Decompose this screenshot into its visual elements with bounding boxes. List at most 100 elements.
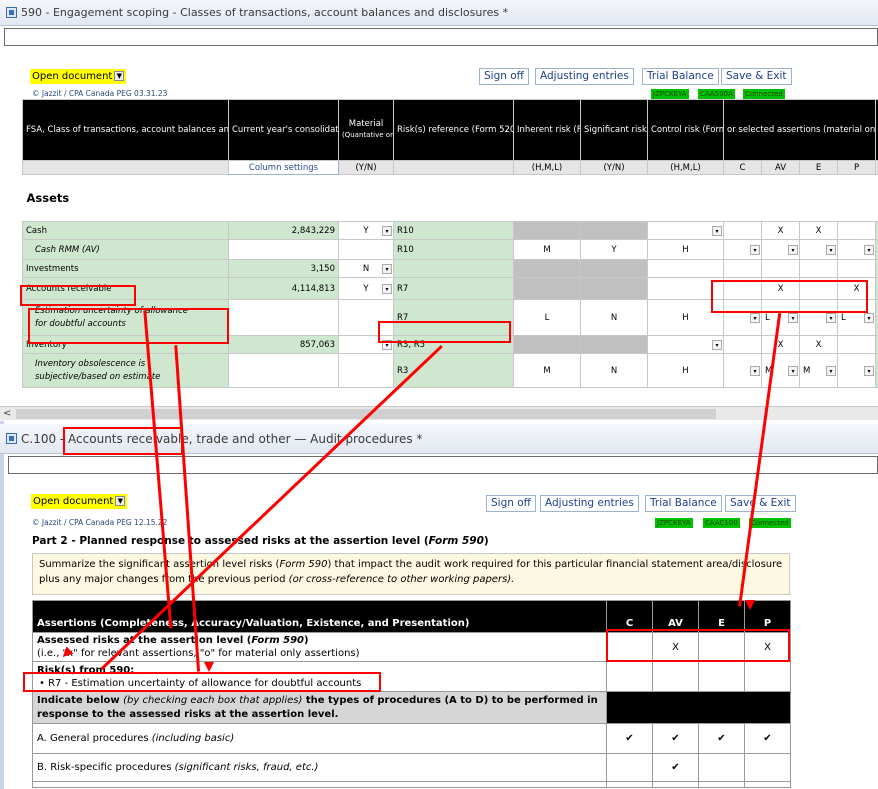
material-cell: [338, 353, 394, 388]
procedure-c-p: [744, 781, 791, 788]
column-settings-button[interactable]: Column settings: [228, 160, 339, 175]
rmm-p-select[interactable]: ▾: [836, 353, 877, 388]
inherent-cell: [513, 277, 581, 300]
procedure-b-e-checkbox[interactable]: [698, 753, 745, 782]
table-row: Cash RMM (AV) R10 M Y H ▾ ▾ ▾ ▾: [22, 239, 878, 260]
horizontal-scrollbar[interactable]: <: [0, 406, 878, 420]
chevron-down-icon: ▾: [788, 365, 798, 376]
rmm-c-select[interactable]: ▾: [723, 353, 762, 388]
risk-ref-cell[interactable]: R10: [393, 239, 514, 260]
rmm-e-select[interactable]: ▾: [799, 239, 838, 260]
procedure-b-p-checkbox[interactable]: [744, 753, 791, 782]
subheader-risk: [393, 160, 514, 175]
chevron-down-icon: ▾: [788, 244, 798, 255]
material-select[interactable]: N ▾: [338, 259, 394, 278]
summary-text-c: (or cross-reference to other working pap…: [288, 574, 515, 585]
assessed-line1-close: ): [304, 635, 309, 646]
chevron-down-icon: ▾: [864, 365, 875, 376]
control-cell: H: [647, 239, 724, 260]
assert-av: X: [761, 335, 800, 354]
control-select[interactable]: ▾: [647, 221, 724, 240]
adjusting-entries-button-590[interactable]: Adjusting entries: [535, 68, 634, 85]
table-row: Cash 2,843,229 Y ▾ R10 ▾ X X: [22, 221, 878, 240]
chevron-down-icon: ▾: [826, 312, 836, 323]
control-select[interactable]: ▾: [647, 335, 724, 354]
risk-ref-cell[interactable]: [393, 259, 514, 278]
part2-heading: Part 2 - Planned response to assessed ri…: [32, 535, 489, 547]
assessed-line1: Assessed risks at the assertion level (F…: [37, 635, 309, 646]
scroll-left-icon[interactable]: <: [3, 408, 11, 419]
procedure-a-label: A. General procedures (including basic): [32, 723, 607, 754]
annotation-box-assessed-marks: [606, 629, 790, 662]
sign-off-button-590[interactable]: Sign off: [479, 68, 529, 85]
col-header-risks: Risk(s) reference (Form 520): [393, 99, 514, 161]
balance-cell: [228, 239, 339, 260]
risks-c: [606, 661, 653, 692]
control-cell: H: [647, 353, 724, 388]
procedure-b-av-checkbox[interactable]: ✔: [652, 753, 699, 782]
trial-balance-button-c100[interactable]: Trial Balance: [645, 495, 722, 512]
col-header-significant: Significant risk (Form 520): [580, 99, 648, 161]
significant-cell: [580, 259, 648, 278]
row-name: Investments: [22, 259, 229, 278]
assert-c: [723, 335, 762, 354]
open-document-menu-590[interactable]: Open document ▼: [30, 69, 127, 84]
open-document-label: Open document: [33, 496, 114, 507]
procedure-a-p-checkbox[interactable]: ✔: [744, 723, 791, 754]
assert-av: [761, 259, 800, 278]
significant-cell: N: [580, 299, 648, 336]
material-select[interactable]: Y ▾: [338, 277, 394, 300]
inherent-cell: [513, 221, 581, 240]
address-field-590[interactable]: [4, 28, 878, 46]
assert-e: X: [799, 335, 838, 354]
rmm-e-select[interactable]: M ▾: [799, 353, 838, 388]
procedure-c-label: [32, 781, 607, 788]
procedure-a-av-checkbox[interactable]: ✔: [652, 723, 699, 754]
summary-box[interactable]: Summarize the significant assertion leve…: [32, 553, 790, 595]
material-value: Y: [363, 283, 369, 294]
inherent-cell: M: [513, 353, 581, 388]
procedure-a-c-checkbox[interactable]: ✔: [606, 723, 653, 754]
indicate-text-a: Indicate below: [37, 694, 124, 706]
subheader-p: P: [836, 160, 877, 175]
rmm-c-select[interactable]: ▾: [723, 239, 762, 260]
window-590-title: 590 - Engagement scoping - Classes of tr…: [21, 6, 509, 19]
sign-off-button-c100[interactable]: Sign off: [486, 495, 536, 512]
significant-cell: Y: [580, 239, 648, 260]
rmm-av-select[interactable]: ▾: [761, 239, 800, 260]
chevron-down-icon: ▾: [382, 225, 392, 236]
annotation-box-assertions-590: [711, 280, 868, 313]
material-select[interactable]: Y ▾: [338, 221, 394, 240]
rmm-p-select[interactable]: ▾: [836, 239, 877, 260]
risk-ref-cell[interactable]: R3: [393, 353, 514, 388]
material-label: Material: [348, 119, 384, 129]
section-row-assets: Assets: [22, 174, 878, 222]
assert-e: X: [799, 221, 838, 240]
open-document-menu-c100[interactable]: Open document ▼: [31, 494, 128, 509]
engagement-scoping-table: FSA, Class of transactions, account bala…: [22, 99, 878, 388]
assert-av: X: [761, 221, 800, 240]
row-name: Cash: [22, 221, 229, 240]
assert-p: [836, 221, 877, 240]
col-av: AV: [652, 600, 699, 633]
annotation-box-estimation-uncertainty: [28, 308, 229, 344]
save-exit-button-c100[interactable]: Save & Exit: [725, 495, 796, 512]
trial-balance-button-590[interactable]: Trial Balance: [642, 68, 719, 85]
indicate-row: Indicate below (by checking each box tha…: [32, 691, 791, 724]
rmm-av-select[interactable]: M ▾: [761, 353, 800, 388]
risk-ref-cell[interactable]: R10: [393, 221, 514, 240]
procedure-b-c-checkbox[interactable]: [606, 753, 653, 782]
chevron-down-icon: ▾: [382, 263, 392, 274]
risk-ref-cell[interactable]: R7: [393, 277, 514, 300]
col-header-current: Current year's consolidated balance: [228, 99, 339, 161]
address-field-c100[interactable]: [8, 456, 878, 474]
procedure-a-e-checkbox[interactable]: ✔: [698, 723, 745, 754]
procedure-c-e: [698, 781, 745, 788]
annotation-arrowhead-4: [745, 600, 755, 610]
adjusting-entries-button-c100[interactable]: Adjusting entries: [540, 495, 639, 512]
save-exit-button-590[interactable]: Save & Exit: [721, 68, 792, 85]
annotation-box-risk-item: [23, 672, 381, 692]
subheader-significant: (Y/N): [580, 160, 648, 175]
control-cell: [647, 259, 724, 278]
col-e: E: [698, 600, 745, 633]
